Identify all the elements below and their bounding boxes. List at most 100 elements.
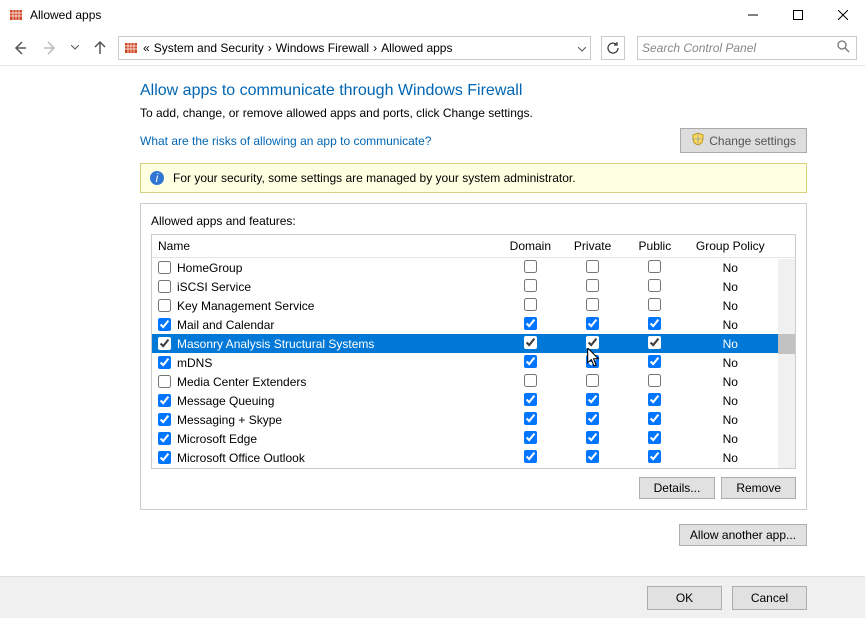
gp-value: No [686, 315, 775, 334]
public-checkbox[interactable] [648, 260, 661, 273]
private-checkbox[interactable] [586, 393, 599, 406]
close-button[interactable] [820, 0, 865, 30]
public-checkbox[interactable] [648, 279, 661, 292]
public-checkbox[interactable] [648, 412, 661, 425]
window-title: Allowed apps [30, 8, 730, 22]
domain-checkbox[interactable] [524, 412, 537, 425]
back-button[interactable] [8, 36, 32, 60]
private-checkbox[interactable] [586, 374, 599, 387]
app-enable-checkbox[interactable] [158, 432, 171, 445]
minimize-button[interactable] [730, 0, 775, 30]
refresh-button[interactable] [601, 36, 625, 60]
public-checkbox[interactable] [648, 355, 661, 368]
risks-link[interactable]: What are the risks of allowing an app to… [140, 134, 431, 148]
domain-checkbox[interactable] [524, 298, 537, 311]
app-enable-checkbox[interactable] [158, 451, 171, 464]
col-private[interactable]: Private [561, 235, 623, 258]
app-enable-checkbox[interactable] [158, 337, 171, 350]
domain-checkbox[interactable] [524, 450, 537, 463]
remove-button[interactable]: Remove [721, 477, 796, 499]
col-name[interactable]: Name [152, 235, 499, 258]
public-checkbox[interactable] [648, 317, 661, 330]
col-domain[interactable]: Domain [499, 235, 561, 258]
firewall-icon [8, 7, 24, 23]
table-row[interactable]: iSCSI ServiceNo [152, 277, 795, 296]
breadcrumb-item[interactable]: Allowed apps [381, 41, 452, 55]
table-row[interactable]: HomeGroupNo [152, 258, 795, 278]
app-enable-checkbox[interactable] [158, 394, 171, 407]
forward-button[interactable] [38, 36, 62, 60]
group-label: Allowed apps and features: [151, 214, 796, 228]
chevron-right-icon: › [268, 41, 272, 55]
domain-checkbox[interactable] [524, 279, 537, 292]
domain-checkbox[interactable] [524, 374, 537, 387]
app-enable-checkbox[interactable] [158, 413, 171, 426]
breadcrumb-item[interactable]: Windows Firewall [276, 41, 369, 55]
public-checkbox[interactable] [648, 374, 661, 387]
app-enable-checkbox[interactable] [158, 356, 171, 369]
domain-checkbox[interactable] [524, 431, 537, 444]
domain-checkbox[interactable] [524, 336, 537, 349]
app-enable-checkbox[interactable] [158, 280, 171, 293]
ok-button[interactable]: OK [647, 586, 722, 610]
app-name: Media Center Extenders [177, 375, 306, 389]
search-input[interactable] [642, 41, 852, 55]
domain-checkbox[interactable] [524, 355, 537, 368]
domain-checkbox[interactable] [524, 393, 537, 406]
public-checkbox[interactable] [648, 393, 661, 406]
public-checkbox[interactable] [648, 298, 661, 311]
scrollbar[interactable] [778, 259, 795, 468]
app-name: Message Queuing [177, 394, 274, 408]
breadcrumb-dropdown[interactable] [578, 41, 586, 55]
allow-another-button[interactable]: Allow another app... [679, 524, 807, 546]
table-row[interactable]: mDNSNo [152, 353, 795, 372]
main-content: Allow apps to communicate through Window… [0, 66, 865, 546]
col-public[interactable]: Public [624, 235, 686, 258]
public-checkbox[interactable] [648, 431, 661, 444]
app-enable-checkbox[interactable] [158, 318, 171, 331]
breadcrumb[interactable]: « System and Security › Windows Firewall… [118, 36, 591, 60]
public-checkbox[interactable] [648, 336, 661, 349]
domain-checkbox[interactable] [524, 317, 537, 330]
table-row[interactable]: Masonry Analysis Structural SystemsNo [152, 334, 795, 353]
table-row[interactable]: Microsoft Office Outlook No [152, 448, 795, 467]
app-enable-checkbox[interactable] [158, 261, 171, 274]
change-settings-button[interactable]: Change settings [680, 128, 807, 153]
private-checkbox[interactable] [586, 450, 599, 463]
domain-checkbox[interactable] [524, 469, 537, 470]
public-checkbox[interactable] [648, 450, 661, 463]
search-box[interactable] [637, 36, 857, 60]
private-checkbox[interactable] [586, 431, 599, 444]
table-row[interactable]: Key Management ServiceNo [152, 296, 795, 315]
private-checkbox[interactable] [586, 336, 599, 349]
breadcrumb-item[interactable]: System and Security [154, 41, 264, 55]
gp-value: No [686, 277, 775, 296]
table-row[interactable]: Mail and CalendarNo [152, 315, 795, 334]
private-checkbox[interactable] [586, 469, 599, 470]
table-row[interactable]: Messaging + SkypeNo [152, 410, 795, 429]
scrollbar-thumb[interactable] [778, 334, 795, 354]
app-enable-checkbox[interactable] [158, 299, 171, 312]
recent-dropdown[interactable] [68, 45, 82, 50]
cancel-button[interactable]: Cancel [732, 586, 807, 610]
app-enable-checkbox[interactable] [158, 375, 171, 388]
private-checkbox[interactable] [586, 279, 599, 292]
private-checkbox[interactable] [586, 355, 599, 368]
domain-checkbox[interactable] [524, 260, 537, 273]
private-checkbox[interactable] [586, 298, 599, 311]
private-checkbox[interactable] [586, 317, 599, 330]
public-checkbox[interactable] [648, 469, 661, 470]
gp-value: No [686, 372, 775, 391]
table-row[interactable]: Microsoft PeopleNo [152, 467, 795, 469]
col-gp[interactable]: Group Policy [686, 235, 775, 258]
table-row[interactable]: Message QueuingNo [152, 391, 795, 410]
table-row[interactable]: Media Center Extenders No [152, 372, 795, 391]
table-row[interactable]: Microsoft EdgeNo [152, 429, 795, 448]
gp-value: No [686, 448, 775, 467]
details-button[interactable]: Details... [639, 477, 716, 499]
app-name: Microsoft Office Outlook [177, 451, 305, 465]
maximize-button[interactable] [775, 0, 820, 30]
private-checkbox[interactable] [586, 260, 599, 273]
up-button[interactable] [88, 36, 112, 60]
private-checkbox[interactable] [586, 412, 599, 425]
